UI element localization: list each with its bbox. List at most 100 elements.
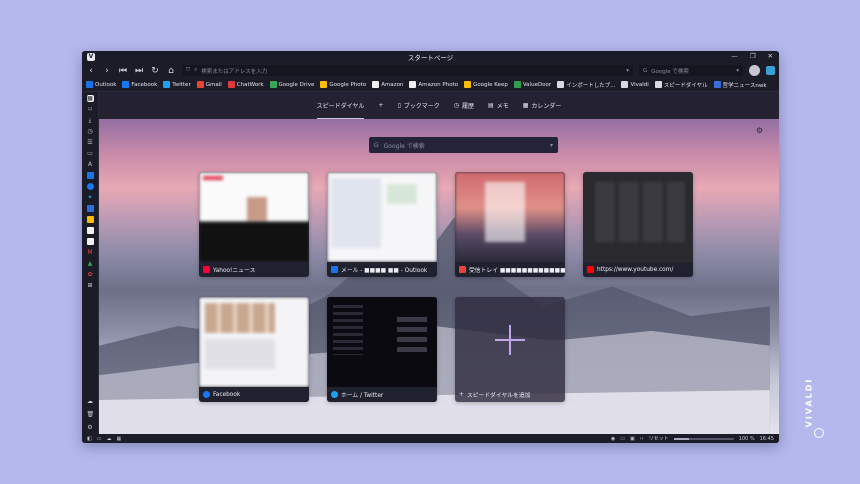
bookmark-favicon-icon xyxy=(86,81,93,88)
navigation-bar: ‹ › ⏮ ⏭ ↻ ⌂ ⛉ ⌕ 検索またはアドレスを入力 ▾ G Google … xyxy=(82,63,779,78)
search-engine-dropdown-icon[interactable]: ▾ xyxy=(550,142,553,149)
speed-dial-tile[interactable]: 受信トレイ ■■■■■■■■■■■■■■■ xyxy=(455,172,565,277)
keep-panel-icon[interactable] xyxy=(86,216,94,223)
back-icon[interactable]: ‹ xyxy=(86,66,96,76)
panel-toggle-icon[interactable]: ◧ xyxy=(87,436,92,442)
tab-speed-dial[interactable]: スピードダイヤル xyxy=(316,92,364,119)
bookmark-item[interactable]: ValueDoor xyxy=(513,81,551,88)
tile-label: 受信トレイ ■■■■■■■■■■■■■■■ xyxy=(455,262,565,277)
bookmark-item[interactable]: Amazon Photo xyxy=(409,81,458,88)
bookmark-favicon-icon xyxy=(621,81,629,88)
forward-icon[interactable]: › xyxy=(102,66,112,76)
google-icon: G xyxy=(374,141,379,149)
search-icon: ⌕ xyxy=(194,67,198,73)
doc-panel-icon[interactable] xyxy=(86,205,94,212)
bookmark-item[interactable]: ChatWork xyxy=(227,81,264,88)
minimize-icon[interactable]: — xyxy=(731,52,738,60)
window-panel-icon[interactable]: ▭ xyxy=(87,150,94,157)
settings-icon[interactable]: ⚙ xyxy=(87,424,94,431)
window-icon[interactable]: ▭ xyxy=(620,436,625,442)
bookmark-item[interactable]: Amazon xyxy=(372,81,403,88)
bookmark-label: Amazon xyxy=(381,81,404,88)
add-web-panel-icon[interactable]: ⊞ xyxy=(87,282,94,289)
speed-dial-tile[interactable]: Facebook xyxy=(199,297,309,402)
speed-dial-search-placeholder: Google で検索 xyxy=(383,142,425,150)
notes-panel-icon[interactable]: ☰ xyxy=(87,139,94,146)
bookmark-item[interactable]: Facebook xyxy=(122,81,157,88)
drive-panel-icon[interactable]: ▲ xyxy=(87,260,94,267)
bookmark-item[interactable]: Gmail xyxy=(196,81,222,88)
sync-icon[interactable]: ☁ xyxy=(87,398,94,405)
speed-dial-tile[interactable]: https://www.youtube.com/ xyxy=(583,172,693,277)
speed-dial-panel-icon[interactable]: ▦ xyxy=(86,95,94,102)
reset-zoom-button[interactable]: リセット xyxy=(649,435,669,442)
search-engine-dropdown-icon[interactable]: ▾ xyxy=(736,68,739,74)
maximize-icon[interactable]: ❐ xyxy=(750,52,756,60)
bookmark-item[interactable]: Outlook xyxy=(86,81,116,88)
cloud-icon[interactable]: ☁ xyxy=(106,436,111,442)
side-panel: ▦ ⌑ ⤓ ◷ ☰ ▭ A ✦ M ▲ ✿ ⊞ ☁ 🗑 ⚙ xyxy=(82,92,99,434)
image-icon[interactable]: ▣ xyxy=(630,436,635,442)
bookmark-label: Gmail xyxy=(205,81,222,88)
bookmark-item[interactable]: Google Keep xyxy=(464,81,508,88)
dropdown-icon[interactable]: ▾ xyxy=(626,68,629,74)
address-bar[interactable]: ⛉ ⌕ 検索またはアドレスを入力 ▾ xyxy=(182,65,633,76)
add-speed-dial-tile[interactable]: + スピードダイヤルを追加 xyxy=(455,297,565,402)
bookmark-label: Outlook xyxy=(95,81,117,88)
tab-bookmarks[interactable]: ▯ ブックマーク xyxy=(397,92,439,119)
calendar-status-icon[interactable]: ▦ xyxy=(116,436,121,442)
bookmark-label: スピードダイヤル xyxy=(663,82,708,89)
bookmark-item[interactable]: 哲学ニュースnwk xyxy=(713,81,767,89)
bookmark-label: Google Photo xyxy=(329,81,367,88)
bookmark-item[interactable]: スピードダイヤル xyxy=(654,81,708,89)
speed-dial-tile[interactable]: メール - ■■■■ ■■ - Outlook xyxy=(327,172,437,277)
bookmark-label: Twitter xyxy=(172,81,191,88)
code-icon[interactable]: ‹› xyxy=(640,436,644,442)
bookmark-item[interactable]: Vivaldi xyxy=(621,81,649,88)
history-panel-icon[interactable]: ◷ xyxy=(87,128,94,135)
speed-dial-search-field[interactable]: G Google で検索 ▾ xyxy=(369,137,558,153)
tab-history[interactable]: ◷ 履歴 xyxy=(454,92,474,119)
tab-calendar[interactable]: ▦ カレンダー xyxy=(523,92,562,119)
tile-label: + スピードダイヤルを追加 xyxy=(459,391,531,400)
speed-dial-tile[interactable]: ホーム / Twitter xyxy=(327,297,437,402)
start-page-settings-icon[interactable]: ⚙ xyxy=(756,126,763,135)
speed-dial-tile[interactable]: Yahoo!ニュース xyxy=(199,172,309,277)
rewind-icon[interactable]: ⏮ xyxy=(118,66,128,76)
chatwork-panel-icon[interactable]: ✿ xyxy=(87,271,94,278)
address-placeholder: 検索またはアドレスを入力 xyxy=(201,68,268,75)
bookmark-item[interactable]: インポートしたブ... xyxy=(557,81,615,89)
translate-panel-icon[interactable]: A xyxy=(87,161,94,168)
outlook-panel-icon[interactable] xyxy=(86,172,94,179)
zoom-slider[interactable] xyxy=(673,437,734,440)
shield-icon[interactable]: ⛉ xyxy=(186,67,190,74)
tile-label: ホーム / Twitter xyxy=(327,387,437,402)
home-icon[interactable]: ⌂ xyxy=(166,66,176,76)
extension-icon[interactable] xyxy=(766,66,775,75)
fast-forward-icon[interactable]: ⏭ xyxy=(134,66,144,76)
facebook-panel-icon[interactable] xyxy=(86,183,94,190)
tab-stack-icon[interactable]: ▭ xyxy=(97,436,102,442)
bookmark-item[interactable]: Google Drive xyxy=(269,81,314,88)
tile-thumbnail xyxy=(327,297,437,387)
start-page: スピードダイヤル + ▯ ブックマーク ◷ 履歴 ▤ メモ ▦ カレンダー ⚙ G Go… xyxy=(99,92,779,434)
twitter-panel-icon[interactable]: ✦ xyxy=(87,194,94,201)
close-icon[interactable]: ✕ xyxy=(768,52,773,60)
reload-icon[interactable]: ↻ xyxy=(150,66,160,76)
tab-add[interactable]: + xyxy=(378,92,383,119)
facebook-favicon-icon xyxy=(203,391,210,398)
downloads-panel-icon[interactable]: ⤓ xyxy=(87,117,94,124)
bookmarks-panel-icon[interactable]: ⌑ xyxy=(87,106,94,113)
profile-avatar[interactable] xyxy=(749,65,760,76)
tab-notes[interactable]: ▤ メモ xyxy=(488,92,509,119)
add-icon: + xyxy=(459,391,464,398)
gmail-panel-icon[interactable]: M xyxy=(87,249,94,256)
trash-icon[interactable]: 🗑 xyxy=(87,411,95,418)
amazon-panel-icon[interactable] xyxy=(86,227,94,234)
bookmark-item[interactable]: Twitter xyxy=(163,81,191,88)
search-field[interactable]: G Google で検索 ▾ xyxy=(639,65,743,76)
amazon-photo-panel-icon[interactable] xyxy=(86,238,94,245)
tile-thumbnail xyxy=(455,172,565,262)
camera-icon[interactable]: ◉ xyxy=(611,436,615,442)
bookmark-item[interactable]: Google Photo xyxy=(320,81,366,88)
